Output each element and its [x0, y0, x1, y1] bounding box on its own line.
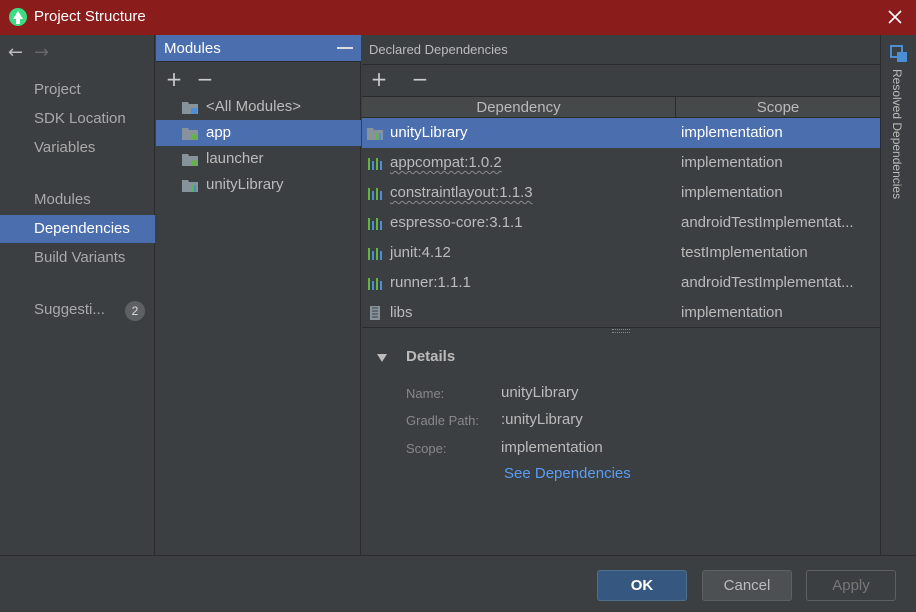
- dependency-scope: implementation: [681, 184, 783, 201]
- dependency-scope: androidTestImplementat...: [681, 214, 854, 231]
- resolved-dependencies-icon[interactable]: [890, 45, 908, 63]
- library-bars-icon: [368, 218, 382, 230]
- declared-dependencies-panel: Declared Dependencies + − Dependency Sco…: [362, 35, 880, 555]
- library-bars-icon: [368, 188, 382, 200]
- nav-item-label: SDK Location: [34, 110, 126, 127]
- details-gradle-path-value: :unityLibrary: [501, 411, 583, 428]
- details-scope-label: Scope:: [406, 441, 447, 456]
- dependency-row[interactable]: appcompat:1.0.2 implementation: [362, 148, 880, 178]
- arrow-right-icon[interactable]: →: [34, 44, 56, 64]
- nav-item-label: Build Variants: [34, 249, 126, 266]
- add-module-button[interactable]: +: [165, 69, 183, 89]
- module-label: <All Modules>: [206, 98, 302, 115]
- module-item-unitylibrary[interactable]: unityLibrary: [156, 172, 361, 198]
- dependency-table-header: Dependency Scope: [362, 96, 880, 118]
- module-folder-icon: [182, 154, 198, 166]
- cancel-button[interactable]: Cancel: [702, 570, 792, 601]
- dependency-row[interactable]: libs implementation: [362, 298, 880, 328]
- jar-file-icon: [370, 306, 380, 320]
- details-name-label: Name:: [406, 386, 445, 401]
- module-label: launcher: [206, 150, 264, 167]
- modules-header-label: Modules: [164, 40, 221, 57]
- dependency-row[interactable]: constraintlayout:1.1.3 implementation: [362, 178, 880, 208]
- resolved-dependencies-strip: Resolved Dependencies: [880, 35, 916, 555]
- android-studio-icon: [9, 8, 27, 26]
- dependency-name: unityLibrary: [390, 124, 468, 141]
- app-module-icon: [182, 128, 198, 140]
- details-name-value: unityLibrary: [501, 384, 579, 401]
- library-bars-icon: [368, 278, 382, 290]
- arrow-left-icon[interactable]: ←: [8, 44, 30, 64]
- module-label: unityLibrary: [206, 176, 284, 193]
- dialog-footer: OK Cancel Apply: [0, 555, 916, 612]
- library-bars-icon: [368, 158, 382, 170]
- nav-item-label: Suggesti...: [34, 301, 105, 318]
- module-dependency-icon: [367, 128, 383, 140]
- remove-module-button[interactable]: −: [196, 69, 214, 89]
- nav-item-modules[interactable]: Modules: [0, 186, 155, 214]
- dependency-scope: implementation: [681, 154, 783, 171]
- dependency-scope: androidTestImplementat...: [681, 274, 854, 291]
- apply-button[interactable]: Apply: [806, 570, 896, 601]
- module-label: app: [206, 124, 232, 141]
- remove-dependency-button[interactable]: −: [411, 69, 429, 89]
- module-item-app[interactable]: app: [156, 120, 361, 146]
- dependency-name: espresso-core:3.1.1: [390, 214, 523, 231]
- details-title: Details: [406, 348, 456, 365]
- suggestions-count-badge: 2: [125, 301, 145, 321]
- dependency-name: constraintlayout:1.1.3: [390, 184, 533, 201]
- details-scope-value: implementation: [501, 439, 603, 456]
- library-bars-icon: [368, 248, 382, 260]
- nav-item-label: Modules: [34, 191, 91, 208]
- left-navigation: ← → Project SDK Location Variables Module…: [0, 35, 155, 555]
- details-gradle-path-label: Gradle Path:: [406, 413, 479, 428]
- details-splitter[interactable]: [362, 327, 880, 328]
- modules-header: Modules: [156, 35, 361, 62]
- module-item-launcher[interactable]: launcher: [156, 146, 361, 172]
- column-header-dependency[interactable]: Dependency: [362, 97, 675, 117]
- ok-button[interactable]: OK: [597, 570, 687, 601]
- window-title: Project Structure: [34, 8, 146, 25]
- minimize-icon[interactable]: [337, 47, 353, 49]
- collapse-triangle-icon[interactable]: [376, 352, 388, 364]
- nav-item-label: Variables: [34, 139, 96, 156]
- dependency-name: junit:4.12: [390, 244, 451, 261]
- nav-item-sdk-location[interactable]: SDK Location: [0, 105, 155, 133]
- dependency-name: libs: [390, 304, 413, 321]
- add-dependency-button[interactable]: +: [370, 69, 388, 89]
- close-icon[interactable]: [883, 5, 907, 29]
- modules-panel: Modules + − <All Modules> app launcher u…: [156, 35, 361, 555]
- see-dependencies-link[interactable]: See Dependencies: [504, 465, 631, 482]
- library-module-icon: [182, 180, 198, 192]
- dependency-row[interactable]: unityLibrary implementation: [362, 118, 880, 148]
- dependency-row[interactable]: runner:1.1.1 androidTestImplementat...: [362, 268, 880, 298]
- resolved-dependencies-tab[interactable]: Resolved Dependencies: [890, 69, 904, 199]
- dependency-row[interactable]: junit:4.12 testImplementation: [362, 238, 880, 268]
- nav-item-label: Project: [34, 81, 81, 98]
- nav-item-build-variants[interactable]: Build Variants: [0, 244, 155, 272]
- dependency-name: appcompat:1.0.2: [390, 154, 502, 171]
- dependency-scope: implementation: [681, 124, 783, 141]
- nav-item-project[interactable]: Project: [0, 76, 155, 104]
- nav-item-dependencies[interactable]: Dependencies: [0, 215, 155, 243]
- all-modules-icon: [182, 102, 198, 114]
- dependency-scope: implementation: [681, 304, 783, 321]
- splitter-grip-icon[interactable]: [612, 329, 630, 333]
- declared-dependencies-title: Declared Dependencies: [369, 42, 508, 57]
- nav-item-label: Dependencies: [34, 220, 130, 237]
- history-nav: ← →: [8, 43, 56, 63]
- nav-item-variables[interactable]: Variables: [0, 134, 155, 162]
- module-item-all[interactable]: <All Modules>: [156, 94, 361, 120]
- nav-item-suggestions[interactable]: Suggesti... 2: [0, 296, 155, 324]
- declared-dependencies-header: Declared Dependencies: [362, 35, 880, 65]
- dependency-name: runner:1.1.1: [390, 274, 471, 291]
- dependency-scope: testImplementation: [681, 244, 808, 261]
- title-bar: Project Structure: [0, 0, 916, 35]
- column-header-scope[interactable]: Scope: [676, 97, 880, 117]
- dependency-row[interactable]: espresso-core:3.1.1 androidTestImplement…: [362, 208, 880, 238]
